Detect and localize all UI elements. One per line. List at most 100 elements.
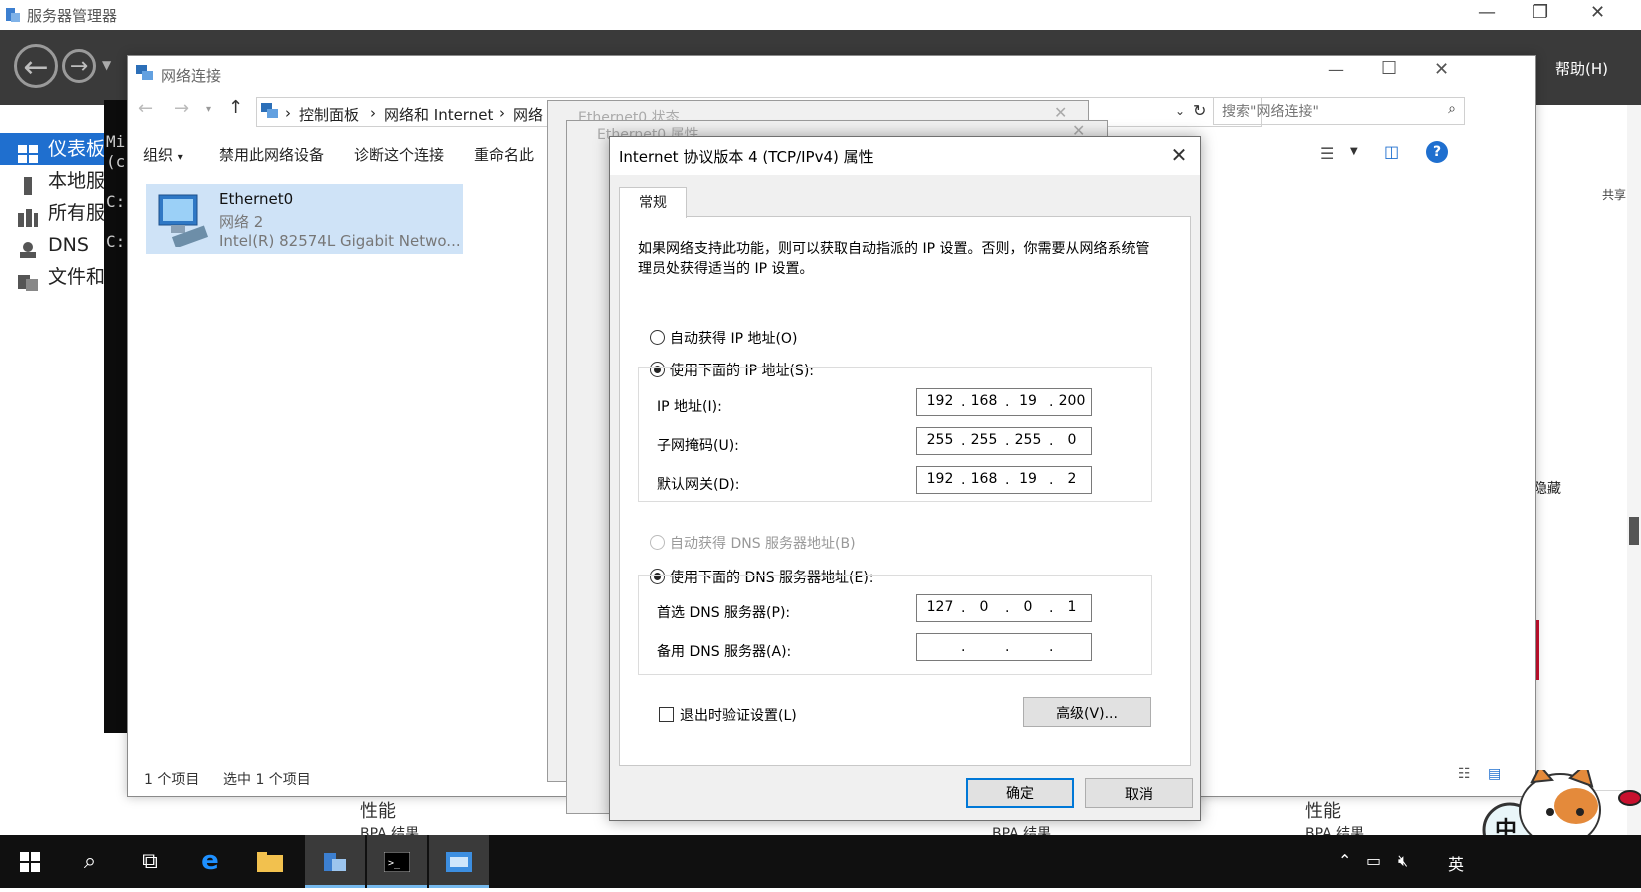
ip-address-label: IP 地址(I):: [657, 399, 722, 415]
cmd-button[interactable]: >_: [367, 835, 427, 888]
internet-explorer-icon: e: [201, 846, 219, 876]
ipv4-titlebar: Internet 协议版本 4 (TCP/IPv4) 属性 ✕: [610, 137, 1200, 175]
sidebar-item-local-server[interactable]: 本地服: [0, 165, 110, 197]
status-item-count: 1 个项目: [144, 772, 200, 788]
close-icon[interactable]: ✕: [1164, 143, 1194, 167]
sidebar-item-dns[interactable]: DNS: [0, 229, 110, 261]
dns2-dot: .: [1005, 639, 1010, 655]
status-selected-count: 选中 1 个项目: [223, 772, 311, 788]
volume-muted-icon[interactable]: 🔇︎: [1398, 851, 1408, 871]
perf-label-2: 性能: [1305, 801, 1341, 822]
gateway-octet: 168: [970, 471, 998, 487]
rename-button[interactable]: 重命名此: [474, 144, 534, 165]
organize-button[interactable]: 组织 ▾: [143, 144, 183, 165]
gateway-field[interactable]: 192 . 168 . 19 . 2: [916, 466, 1092, 494]
gateway-octet: 19: [1019, 471, 1037, 487]
minimize-icon[interactable]: —: [1328, 60, 1344, 79]
preview-pane-icon[interactable]: ◫: [1384, 142, 1399, 161]
search-button[interactable]: ⌕: [60, 835, 120, 888]
console-line: C:: [106, 232, 126, 251]
network-adapter-icon: [153, 191, 211, 251]
ipv4-properties-dialog: Internet 协议版本 4 (TCP/IPv4) 属性 ✕ 常规 如果网络支…: [609, 136, 1201, 821]
ip-address-field[interactable]: 192 . 168 . 19 . 200: [916, 388, 1092, 416]
gateway-octet: 2: [1067, 471, 1077, 487]
minimize-icon[interactable]: —: [1478, 2, 1496, 23]
preferred-dns-field[interactable]: 127 . 0 . 0 . 1: [916, 594, 1092, 622]
search-box[interactable]: ⌕: [1213, 97, 1465, 125]
diagnose-button[interactable]: 诊断这个连接: [354, 144, 444, 165]
server-manager-icon: [322, 849, 348, 874]
breadcrumb-item[interactable]: 网络和 Internet: [384, 104, 493, 125]
cancel-button[interactable]: 取消: [1085, 778, 1193, 808]
disable-device-button[interactable]: 禁用此网络设备: [219, 144, 324, 165]
sidebar-item-file-services[interactable]: 文件和: [0, 261, 110, 293]
forward-arrow-icon[interactable]: →: [174, 98, 189, 119]
share-fragment: 共享: [1602, 188, 1627, 202]
task-view-button[interactable]: ⧉: [120, 835, 180, 888]
subnet-mask-field[interactable]: 255 . 255 . 255 . 0: [916, 427, 1092, 455]
help-icon[interactable]: ?: [1426, 141, 1448, 163]
mask-octet: 255: [1014, 432, 1042, 448]
hide-fragment: 隐藏: [1533, 481, 1561, 497]
back-arrow-icon[interactable]: ←: [138, 98, 153, 119]
validate-on-exit-checkbox[interactable]: 退出时验证设置(L): [659, 705, 797, 725]
auto-ip-label: 自动获得 IP 地址(O): [670, 331, 798, 347]
mask-octet: 255: [926, 432, 954, 448]
sidebar-item-all-servers[interactable]: 所有服: [0, 197, 110, 229]
view-dropdown-icon[interactable]: ▼: [1350, 146, 1358, 157]
radio-indicator: [650, 535, 665, 550]
dns1-dot: .: [961, 600, 966, 616]
sidebar-item-dashboard[interactable]: 仪表板: [0, 133, 110, 165]
scrollbar-thumb[interactable]: [1629, 517, 1639, 545]
ip-dot: .: [961, 394, 966, 410]
maximize-icon[interactable]: ☐: [1381, 58, 1397, 79]
auto-ip-radio[interactable]: 自动获得 IP 地址(O): [650, 328, 797, 348]
sidebar-item-label: 文件和: [48, 266, 106, 288]
auto-dns-radio[interactable]: 自动获得 DNS 服务器地址(B): [650, 533, 856, 553]
input-language-indicator[interactable]: 英: [1448, 851, 1464, 875]
dns1-dot: .: [1005, 600, 1010, 616]
help-menu[interactable]: 帮助(H): [1555, 58, 1608, 79]
back-nav-icon[interactable]: ←: [14, 44, 58, 88]
breadcrumb-item[interactable]: 控制面板: [299, 104, 359, 125]
gateway-dot: .: [1049, 472, 1054, 488]
ethernet0-adapter[interactable]: Ethernet0 网络 2 Intel(R) 82574L Gigabit N…: [146, 184, 463, 254]
breadcrumb-separator-icon: ›: [285, 104, 291, 122]
ok-button[interactable]: 确定: [966, 778, 1074, 808]
network-connections-icon: [136, 65, 154, 85]
start-button[interactable]: [0, 835, 60, 888]
search-icon: ⌕: [83, 849, 97, 874]
validate-label: 退出时验证设置(L): [680, 708, 797, 724]
advanced-button[interactable]: 高级(V)...: [1023, 697, 1151, 727]
server-manager-title: 服务器管理器: [27, 7, 118, 25]
recent-dropdown-icon[interactable]: ▾: [206, 104, 211, 115]
change-view-icon[interactable]: ☰: [1320, 144, 1334, 163]
dns1-dot: .: [1049, 600, 1054, 616]
breadcrumb-item[interactable]: 网络: [513, 104, 543, 125]
up-arrow-icon[interactable]: ↑: [228, 97, 243, 118]
restore-icon[interactable]: ❐: [1532, 2, 1548, 23]
tab-general[interactable]: 常规: [619, 187, 687, 218]
network-status-icon[interactable]: ▭: [1366, 851, 1381, 870]
server-manager-button[interactable]: [305, 835, 365, 888]
mask-dot: .: [961, 433, 966, 449]
manual-dns-group: 首选 DNS 服务器(P): 127 . 0 . 0 . 1 备用 DNS 服务…: [638, 575, 1152, 675]
adapter-network: 网络 2: [219, 213, 264, 231]
command-prompt-icon: >_: [383, 849, 411, 874]
alternate-dns-field[interactable]: . . .: [916, 633, 1092, 661]
ip-dot: .: [1005, 394, 1010, 410]
right-scrollbar[interactable]: [1627, 105, 1641, 835]
close-icon[interactable]: ✕: [1434, 59, 1449, 80]
file-explorer-button[interactable]: [240, 835, 300, 888]
network-connections-taskbar-button[interactable]: [429, 835, 489, 888]
close-icon[interactable]: ✕: [1590, 2, 1605, 23]
search-input[interactable]: [1220, 99, 1434, 125]
refresh-icon[interactable]: ↻: [1193, 101, 1206, 120]
dns-icon: [18, 237, 40, 258]
address-dropdown-icon[interactable]: ⌄: [1175, 104, 1185, 118]
tray-overflow-icon[interactable]: ⌃: [1338, 851, 1351, 870]
forward-nav-icon[interactable]: →: [62, 49, 96, 83]
nav-dropdown-icon[interactable]: ▼: [102, 58, 111, 72]
internet-explorer-button[interactable]: e: [180, 835, 240, 888]
mask-octet: 0: [1067, 432, 1077, 448]
